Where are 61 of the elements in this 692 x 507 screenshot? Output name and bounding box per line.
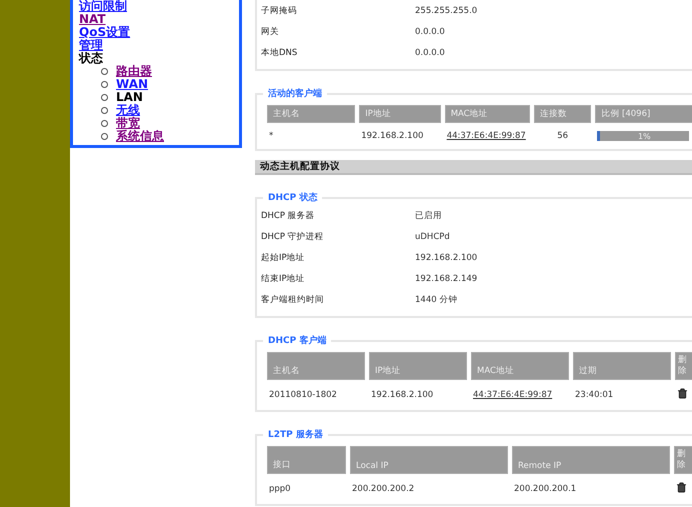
bullet-icon — [101, 107, 108, 114]
field-label: 子网掩码 — [261, 4, 298, 16]
table-cell-text: 192.168.2.100 — [370, 389, 434, 402]
column-header: IP地址 — [359, 105, 441, 123]
field-value: uDHCPd — [415, 232, 450, 242]
table-cell-text: 200.200.200.2 — [351, 483, 416, 496]
sidebar-label: 状态 — [79, 52, 104, 65]
section-title: 动态主机配置协议 — [260, 160, 340, 173]
mac-link[interactable]: 44:37:E6:4E:99:87 — [471, 380, 569, 404]
table-cell-text: 56 — [556, 130, 570, 143]
table-cell-text: 23:40:01 — [574, 389, 614, 402]
sidebar-link[interactable]: 系统信息 — [116, 130, 164, 143]
trash-icon[interactable] — [676, 482, 687, 493]
column-header: 接口 — [267, 446, 346, 474]
sidebar-link[interactable]: 带宽 — [116, 117, 140, 130]
column-header: 比例 [4096] — [595, 105, 692, 123]
column-header: 连接数 — [534, 105, 592, 123]
column-header: 删除 — [674, 446, 692, 474]
field-value: 0.0.0.0 — [415, 48, 445, 58]
field-label: 网关 — [261, 26, 280, 38]
column-header: 主机名 — [267, 105, 356, 123]
bullet-icon — [101, 68, 108, 75]
table-cell-text: ppp0 — [268, 483, 292, 496]
trash-icon[interactable] — [677, 388, 688, 399]
sidebar-link[interactable]: 路由器 — [116, 65, 152, 78]
column-header: 主机名 — [267, 352, 365, 380]
column-header: 删除 — [675, 352, 692, 380]
field-value: 1440 分钟 — [415, 294, 458, 306]
table-cell-text: 20110810-1802 — [268, 389, 338, 402]
sidebar-link[interactable]: NAT — [79, 13, 239, 26]
bullet-icon — [101, 120, 108, 127]
field-label: 本地DNS — [261, 46, 298, 58]
field-value: 192.168.2.149 — [415, 274, 478, 284]
column-header: MAC地址 — [471, 352, 569, 380]
field-value: 192.168.2.100 — [415, 252, 478, 262]
bullet-icon — [101, 94, 108, 101]
field-label: 客户端租约时间 — [261, 294, 325, 306]
column-header: IP地址 — [369, 352, 467, 380]
sidebar-link[interactable]: QoS设置 — [79, 26, 239, 39]
table-cell-text: * — [268, 130, 274, 143]
field-value: 0.0.0.0 — [415, 26, 445, 36]
field-label: 起始IP地址 — [261, 252, 306, 264]
field-label: DHCP 服务器 — [261, 210, 316, 222]
column-header: Local IP — [350, 446, 508, 474]
sidebar-link[interactable]: WAN — [116, 78, 148, 91]
table-cell-text: 192.168.2.100 — [360, 130, 424, 143]
field-label: DHCP 守护进程 — [261, 230, 325, 242]
sidebar-label: LAN — [116, 91, 143, 104]
column-header: MAC地址 — [444, 105, 530, 123]
table-cell-text: 200.200.200.1 — [513, 483, 578, 496]
field-value: 已启用 — [415, 210, 442, 222]
column-header: Remote IP — [512, 446, 670, 474]
column-header: 过期 — [573, 352, 671, 380]
sidebar-link[interactable]: 管理 — [79, 39, 239, 52]
field-label: 结束IP地址 — [261, 272, 306, 284]
bullet-icon — [101, 133, 108, 140]
field-value: 255.255.255.0 — [415, 6, 478, 16]
usage-percent: 1% — [638, 132, 651, 140]
mac-link[interactable]: 44:37:E6:4E:99:87 — [444, 123, 530, 143]
sidebar-link[interactable]: 无线 — [116, 104, 140, 117]
bullet-icon — [101, 81, 108, 88]
